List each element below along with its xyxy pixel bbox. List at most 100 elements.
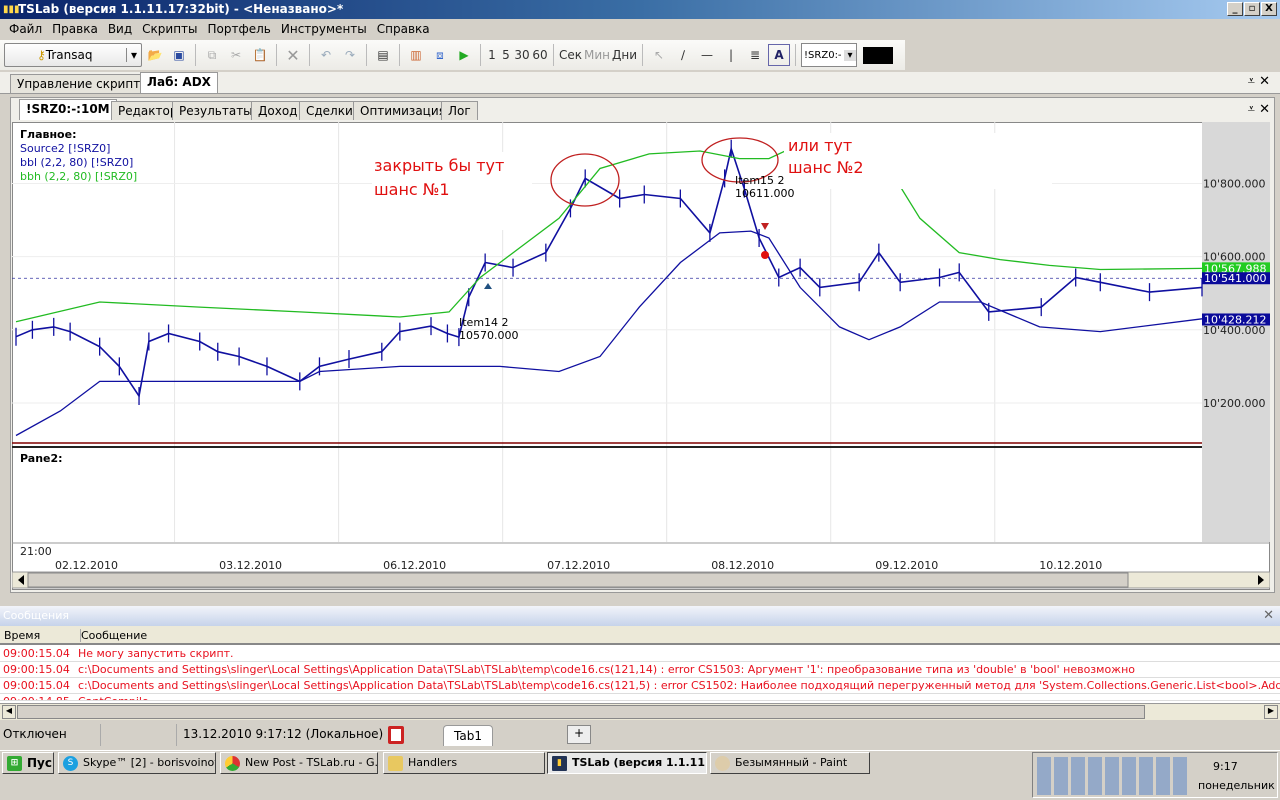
- tray-icons[interactable]: [1037, 757, 1187, 795]
- chart-area[interactable]: 10'800.000 10'600.000 10'400.000 10'200.000…: [12, 122, 1270, 590]
- fib-tool-icon[interactable]: ≣: [744, 44, 766, 66]
- add-tab-button[interactable]: +: [567, 725, 591, 744]
- x-tick-label: 09.12.2010: [875, 559, 938, 572]
- task-handlers[interactable]: Handlers: [383, 752, 545, 774]
- message-time: 09:00:15.04: [3, 647, 70, 660]
- trade-label-item14: Item14 2 10570.000: [459, 316, 519, 342]
- chart-svg[interactable]: 10'800.00010'600.00010'400.00010'200.000…: [12, 122, 1270, 590]
- cut-icon[interactable]: ✂: [225, 44, 247, 66]
- copy-icon[interactable]: ⧉: [201, 44, 223, 66]
- tab-lab-adx[interactable]: Лаб: ADX: [140, 72, 218, 93]
- diagram-icon[interactable]: ⧈: [429, 44, 451, 66]
- menu-edit[interactable]: Правка: [47, 19, 103, 39]
- time-label: 21:00: [20, 545, 52, 558]
- note2-line2: шанс №2: [788, 158, 864, 177]
- x-tick-label: 10.12.2010: [1039, 559, 1102, 572]
- menu-bar: Файл Правка Вид Скрипты Портфель Инструм…: [0, 19, 1280, 39]
- unit-seconds[interactable]: Сек: [559, 44, 582, 66]
- message-row[interactable]: 09:00:15.04 c:\Documents and Settings\sli…: [0, 662, 1280, 678]
- color-swatch[interactable]: [863, 46, 894, 64]
- task-paint[interactable]: Безымянный - Paint: [710, 752, 870, 774]
- unit-minutes[interactable]: Мин: [584, 44, 610, 66]
- minimize-button[interactable]: _: [1227, 2, 1243, 16]
- run-icon[interactable]: ▶: [453, 44, 475, 66]
- inner-tabs: !SRZ0:-:10M Редактор Результаты Доход Сд…: [11, 99, 1274, 120]
- paste-icon[interactable]: 📋: [249, 44, 271, 66]
- y-tick-label: 10'800.000: [1203, 178, 1266, 191]
- pane-divider: [12, 446, 1202, 448]
- col-message[interactable]: Сообщение: [80, 629, 147, 642]
- tab-trades[interactable]: Сделки: [299, 101, 360, 120]
- close-icon[interactable]: ⩡ ✕: [1248, 102, 1270, 117]
- paint-icon: [715, 756, 730, 771]
- hline-tool-icon[interactable]: —: [696, 44, 718, 66]
- menu-view[interactable]: Вид: [103, 19, 137, 39]
- status-datetime: 13.12.2010 9:17:12 (Локальное): [183, 727, 384, 741]
- text-tool-icon[interactable]: A: [768, 44, 791, 66]
- close-icon[interactable]: ✕: [1263, 608, 1274, 623]
- interval-1[interactable]: 1: [486, 44, 498, 66]
- undo-icon[interactable]: ↶: [315, 44, 337, 66]
- x-tick-label: 03.12.2010: [219, 559, 282, 572]
- message-row[interactable]: 09:00:15.04 c:\Documents and Settings\sli…: [0, 678, 1280, 694]
- menu-file[interactable]: Файл: [4, 19, 47, 39]
- task-skype[interactable]: S Skype™ [2] - borisvoinov: [58, 752, 216, 774]
- chart-icon[interactable]: ▥: [405, 44, 427, 66]
- menu-scripts[interactable]: Скрипты: [137, 19, 202, 39]
- task-tslab[interactable]: ▮ TSLab (версия 1.1.11....: [547, 752, 707, 774]
- annotation-note-2: или тут шанс №2: [784, 133, 1052, 189]
- log-icon[interactable]: [388, 726, 404, 744]
- x-tick-label: 06.12.2010: [383, 559, 446, 572]
- unit-days[interactable]: Дни: [612, 44, 637, 66]
- tab-results[interactable]: Результаты: [172, 101, 260, 120]
- pointer-icon[interactable]: ↖: [648, 44, 670, 66]
- legend-title: Главное:: [20, 128, 77, 141]
- properties-icon[interactable]: ▤: [372, 44, 394, 66]
- x-tick-label: 07.12.2010: [547, 559, 610, 572]
- connection-select[interactable]: ⚷ Transaq ▾: [4, 43, 142, 67]
- tab-income[interactable]: Доход: [251, 101, 305, 120]
- tab-chart[interactable]: !SRZ0:-:10M: [19, 99, 117, 120]
- status-bar: Отключен 13.12.2010 9:17:12 (Локальное) …: [0, 722, 1280, 748]
- messages-title: Сообщения: [3, 609, 70, 622]
- menu-help[interactable]: Справка: [372, 19, 435, 39]
- tab-optimization[interactable]: Оптимизация: [353, 101, 453, 120]
- message-time: 09:00:15.04: [3, 679, 70, 692]
- chrome-icon: [225, 756, 240, 771]
- symbol-select[interactable]: !SRZ0:- ▾: [801, 43, 858, 67]
- vline-tool-icon[interactable]: |: [720, 44, 742, 66]
- message-row[interactable]: 09:00:15.04 Не могу запустить скрипт.: [0, 646, 1280, 662]
- open-icon[interactable]: 📂: [144, 44, 166, 66]
- menu-tools[interactable]: Инструменты: [276, 19, 372, 39]
- scroll-right-icon[interactable]: ▶: [1264, 705, 1278, 719]
- interval-30[interactable]: 30: [514, 44, 530, 66]
- col-time[interactable]: Время: [4, 629, 40, 642]
- close-button[interactable]: X: [1261, 2, 1277, 16]
- message-text: c:\Documents and Settings\slinger\Local …: [78, 679, 1280, 692]
- scroll-thumb[interactable]: [17, 705, 1145, 719]
- message-text: CantCompile: [78, 694, 149, 700]
- close-icon[interactable]: ⩡ ✕: [1248, 74, 1270, 89]
- message-row[interactable]: 09:00:14.85 CantCompile: [0, 694, 1280, 701]
- interval-5[interactable]: 5: [500, 44, 512, 66]
- windows-icon: ⊞: [7, 756, 22, 771]
- note1-line2: шанс №1: [374, 180, 450, 199]
- task-chrome[interactable]: New Post - TSLab.ru - G...: [220, 752, 378, 774]
- line-tool-icon[interactable]: ∕: [672, 44, 694, 66]
- messages-hscrollbar[interactable]: ◀ ▶: [0, 703, 1280, 720]
- save-icon[interactable]: ▣: [168, 44, 190, 66]
- trade-label-item15: Item15 2 10611.000: [735, 174, 795, 200]
- chevron-down-icon[interactable]: ▾: [125, 48, 141, 62]
- restore-button[interactable]: ▫: [1244, 2, 1260, 16]
- tab-log[interactable]: Лог: [441, 101, 478, 120]
- delete-icon[interactable]: ✕: [282, 44, 304, 66]
- key-icon: ⚷: [37, 48, 46, 62]
- menu-portfolio[interactable]: Портфель: [203, 19, 276, 39]
- start-button[interactable]: ⊞ Пуск: [2, 752, 54, 774]
- scroll-left-icon[interactable]: ◀: [2, 705, 16, 719]
- redo-icon[interactable]: ↷: [339, 44, 361, 66]
- item14-name: Item14 2: [459, 316, 509, 329]
- interval-60[interactable]: 60: [532, 44, 548, 66]
- scroll-thumb[interactable]: [27, 572, 1129, 588]
- tab-tab1[interactable]: Tab1: [443, 725, 493, 746]
